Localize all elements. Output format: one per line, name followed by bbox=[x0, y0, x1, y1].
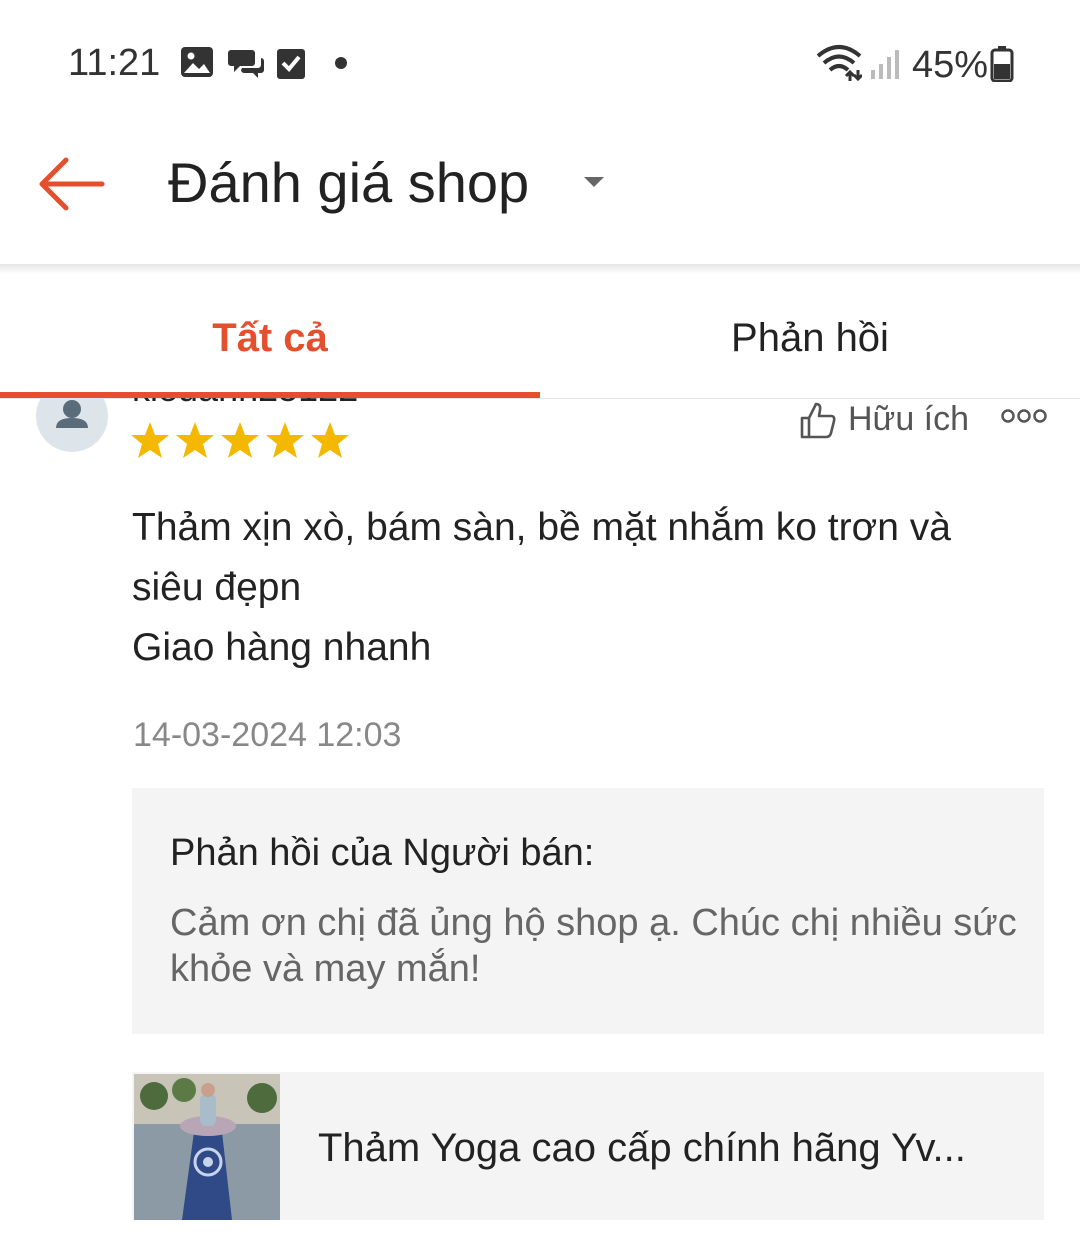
chat-icon bbox=[228, 50, 264, 78]
checkbox-icon bbox=[277, 49, 305, 79]
thumbs-up-icon bbox=[800, 402, 836, 439]
review-date: 14-03-2024 12:03 bbox=[133, 716, 402, 754]
helpful-button[interactable]: Hữu ích bbox=[798, 400, 969, 444]
star-icon bbox=[266, 422, 304, 458]
star-rating bbox=[130, 420, 360, 469]
tab-all[interactable]: Tất cả bbox=[0, 276, 540, 398]
star-icon bbox=[176, 422, 214, 458]
seller-reply-text: Cảm ơn chị đã ủng hộ shop ạ. Chúc chị nh… bbox=[170, 902, 1017, 990]
dot-icon bbox=[335, 57, 347, 69]
back-arrow-icon[interactable] bbox=[36, 146, 112, 222]
reviewer-name: kieuanh25122 bbox=[132, 398, 358, 410]
wifi-icon bbox=[816, 45, 862, 82]
status-time: 11:21 bbox=[68, 42, 161, 84]
product-thumbnail bbox=[134, 1074, 280, 1220]
product-name: Thảm Yoga cao cấp chính hãng Yv... bbox=[318, 1126, 966, 1170]
battery-percent: 45% bbox=[912, 44, 989, 86]
tab-bar: Tất cả Phản hồi bbox=[0, 276, 1080, 399]
user-icon bbox=[56, 400, 88, 428]
tab-replies[interactable]: Phản hồi bbox=[540, 276, 1080, 398]
review-text: Thảm xịn xò, bám sàn, bề mặt nhắm ko trơ… bbox=[132, 506, 951, 669]
chevron-down-icon[interactable] bbox=[582, 174, 606, 190]
signal-icon bbox=[871, 50, 899, 79]
more-options-icon[interactable] bbox=[1000, 408, 1048, 424]
app-bar bbox=[0, 120, 1080, 266]
avatar[interactable] bbox=[36, 398, 108, 452]
status-bar: 11:21 45% bbox=[0, 0, 1080, 120]
divider bbox=[0, 264, 1080, 274]
seller-reply: Phản hồi của Người bán: Cảm ơn chị đã ủn… bbox=[132, 788, 1044, 1034]
product-card[interactable]: Thảm Yoga cao cấp chính hãng Yv... bbox=[132, 1072, 1044, 1220]
star-icon bbox=[131, 422, 169, 458]
seller-reply-title: Phản hồi của Người bán: bbox=[170, 832, 595, 874]
battery-icon bbox=[990, 46, 1014, 82]
page-title[interactable]: Đánh giá shop bbox=[168, 150, 529, 215]
star-icon bbox=[311, 422, 349, 458]
review-item: kieuanh25122 Hữu ích Thảm xịn xò, bám sà… bbox=[0, 398, 1080, 1258]
helpful-label: Hữu ích bbox=[848, 400, 970, 438]
gallery-icon bbox=[181, 47, 213, 77]
star-icon bbox=[221, 422, 259, 458]
